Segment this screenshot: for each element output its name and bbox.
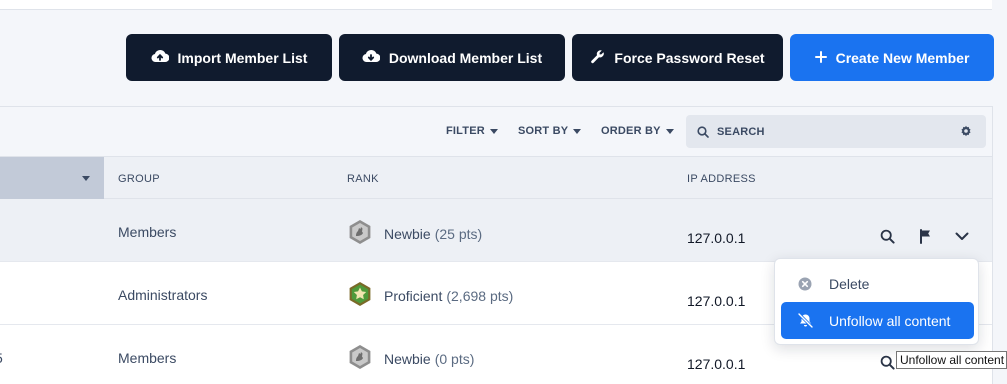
bell-off-icon — [781, 313, 829, 328]
rank-badge-newbie-icon — [347, 344, 373, 373]
ip-cell: 127.0.0.1 — [687, 293, 746, 309]
column-header-rank[interactable]: RANK — [347, 173, 379, 185]
download-member-list-label: Download Member List — [388, 49, 543, 66]
group-cell: Members — [118, 224, 177, 240]
plus-icon — [814, 50, 827, 66]
column-header-ip[interactable]: IP ADDRESS — [687, 173, 756, 185]
column-header-group[interactable]: GROUP — [118, 173, 160, 185]
name-cell-partial: 5 — [0, 350, 3, 366]
download-member-list-button[interactable]: Download Member List — [339, 34, 565, 81]
wrench-icon — [590, 49, 605, 67]
order-by-label: ORDER BY — [601, 125, 661, 137]
ip-cell: 127.0.0.1 — [687, 230, 746, 246]
menu-item-unfollow-all-content[interactable]: Unfollow all content — [781, 302, 974, 339]
search-icon[interactable] — [878, 227, 896, 245]
top-strip — [0, 0, 992, 10]
create-new-member-button[interactable]: Create New Member — [790, 34, 994, 81]
search-box — [686, 115, 986, 148]
group-cell: Administrators — [118, 287, 208, 303]
rank-cell: Newbie (0 pts) — [347, 344, 474, 373]
rank-points: (0 pts) — [434, 350, 475, 367]
table-row: Members Newbie (25 pts) 127.0.0.1 — [0, 199, 992, 262]
order-by-dropdown[interactable]: ORDER BY — [601, 125, 674, 137]
create-new-member-label: Create New Member — [835, 49, 970, 66]
rank-name: Newbie — [384, 350, 431, 367]
row-actions-menu: Delete Unfollow all content — [774, 258, 979, 345]
gear-icon[interactable] — [960, 125, 972, 137]
rank-cell: Proficient (2,698 pts) — [347, 281, 513, 310]
tooltip: Unfollow all content — [896, 351, 1007, 369]
close-circle-icon — [781, 277, 829, 291]
force-password-reset-button[interactable]: Force Password Reset — [572, 34, 783, 81]
search-icon — [697, 125, 709, 138]
rank-badge-newbie-icon — [347, 219, 373, 248]
import-member-list-button[interactable]: Import Member List — [126, 34, 332, 81]
menu-item-label: Delete — [829, 275, 870, 292]
table-header: GROUP RANK IP ADDRESS — [0, 157, 992, 199]
ip-cell: 127.0.0.1 — [687, 356, 746, 372]
sort-by-dropdown[interactable]: SORT BY — [518, 125, 582, 137]
flag-icon[interactable] — [916, 227, 934, 245]
rank-cell: Newbie (25 pts) — [347, 219, 482, 248]
rank-name: Proficient — [384, 287, 443, 304]
filter-label: FILTER — [446, 125, 485, 137]
force-password-reset-label: Force Password Reset — [614, 49, 765, 66]
sort-by-label: SORT BY — [518, 125, 569, 137]
sorted-column-header[interactable] — [0, 157, 104, 199]
filter-dropdown[interactable]: FILTER — [446, 125, 498, 137]
rank-points: (2,698 pts) — [446, 287, 514, 304]
rank-points: (25 pts) — [434, 225, 483, 242]
sort-caret-icon — [82, 176, 90, 181]
cloud-upload-icon — [151, 49, 169, 66]
chevron-down-icon — [489, 128, 498, 134]
menu-item-delete[interactable]: Delete — [781, 265, 974, 302]
search-icon[interactable] — [878, 353, 896, 371]
search-input[interactable] — [717, 125, 947, 138]
rank-name: Newbie — [384, 225, 431, 242]
chevron-down-icon[interactable] — [953, 227, 971, 245]
rank-badge-proficient-icon — [347, 281, 373, 310]
chevron-down-icon — [665, 128, 674, 134]
table-toolbar: FILTER SORT BY ORDER BY — [0, 107, 992, 157]
chevron-down-icon — [573, 128, 582, 134]
cloud-download-icon — [362, 49, 381, 66]
import-member-list-label: Import Member List — [177, 49, 308, 66]
menu-item-label: Unfollow all content — [829, 312, 951, 329]
group-cell: Members — [118, 350, 177, 366]
